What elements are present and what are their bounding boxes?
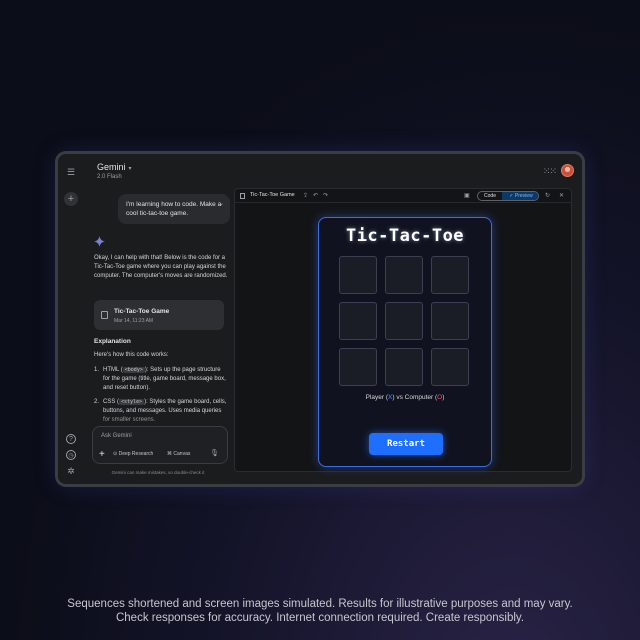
canvas-button[interactable]: ⌘ Canvas	[163, 448, 194, 460]
board-cell[interactable]	[431, 348, 469, 386]
canvas-document-card[interactable]: Tic-Tac-Toe Game Mar 14, 11:23 AM	[94, 300, 224, 330]
undo-icon[interactable]: ↶	[313, 192, 318, 199]
model-name: 2.0 Flash	[97, 174, 122, 180]
share-icon[interactable]: ⇪	[303, 192, 308, 199]
refresh-icon[interactable]: ↻	[545, 192, 550, 199]
close-icon[interactable]: ✕	[559, 192, 564, 199]
board-cell[interactable]	[431, 256, 469, 294]
board-cell[interactable]	[339, 256, 377, 294]
help-icon[interactable]: ?	[66, 434, 76, 444]
side-rail: ☰ + ? ◷ ✲	[58, 154, 84, 484]
board-cell[interactable]	[385, 256, 423, 294]
disclaimer-text: Gemini can make mistakes, so double-chec…	[111, 470, 205, 475]
tic-tac-toe-game: Tic-Tac-Toe Player (X) vs Computer (O) R…	[318, 217, 492, 467]
deep-research-button[interactable]: ⊙ Deep Research	[109, 448, 157, 460]
inline-code: <style>	[119, 399, 145, 405]
list-item: 1. HTML (<body>): Sets up the page struc…	[94, 367, 226, 391]
board-cell[interactable]	[385, 348, 423, 386]
avatar[interactable]	[561, 164, 574, 177]
apps-grid-icon[interactable]: ⁙⁙	[543, 166, 557, 177]
chevron-down-icon: ▾	[128, 166, 132, 172]
footer-line-2: Check responses for accuracy. Internet c…	[115, 612, 525, 624]
chat-panel: I'm learning how to code. Make a cool ti…	[84, 188, 232, 484]
canvas-toolbar: Tic-Tac-Toe Game ⇪ ↶ ↷ ▣ Code ✓ Preview …	[235, 189, 571, 203]
redo-icon[interactable]: ↷	[323, 192, 328, 199]
new-chat-plus-icon[interactable]: +	[64, 192, 78, 206]
assistant-reply: Okay, I can help with that! Below is the…	[94, 255, 228, 279]
check-icon: ✓	[509, 193, 514, 199]
add-attachment-plus-icon[interactable]: +	[99, 450, 105, 460]
explanation-heading: Explanation	[94, 338, 131, 345]
app-window: ☰ + ? ◷ ✲ Gemini ▾ 2.0 Flash ⁙⁙ I'm learn…	[58, 154, 582, 484]
canvas-title: Tic-Tac-Toe Game	[250, 192, 295, 198]
gear-icon[interactable]: ✲	[65, 465, 77, 477]
inline-code: <body>	[122, 367, 145, 373]
footer-line-1: Sequences shortened and screen images si…	[67, 598, 573, 610]
gemini-spark-icon	[94, 236, 105, 247]
legal-footer: Sequences shortened and screen images si…	[0, 597, 640, 625]
board-cell[interactable]	[339, 302, 377, 340]
model-selector[interactable]: Gemini ▾	[97, 162, 132, 172]
game-status: Player (X) vs Computer (O)	[365, 394, 445, 401]
board-cell[interactable]	[385, 302, 423, 340]
game-title: Tic-Tac-Toe	[345, 226, 465, 246]
user-message-text: I'm learning how to code. Make a cool ti…	[126, 201, 222, 217]
board-cell[interactable]	[339, 348, 377, 386]
card-title: Tic-Tac-Toe Game	[114, 308, 170, 315]
canvas-icon: ⌘	[167, 451, 172, 457]
document-icon	[240, 193, 245, 199]
code-preview-toggle: Code ✓ Preview	[477, 191, 539, 201]
document-icon	[101, 311, 108, 319]
user-message-bubble: I'm learning how to code. Make a cool ti…	[118, 194, 230, 224]
microphone-icon[interactable]: 🎙	[210, 449, 219, 457]
prompt-input-box[interactable]: Ask Gemini + ⊙ Deep Research ⌘ Canvas 🎙	[92, 426, 228, 464]
history-icon[interactable]: ◷	[66, 450, 76, 460]
game-board	[339, 256, 473, 390]
prompt-placeholder[interactable]: Ask Gemini	[101, 433, 132, 439]
card-date: Mar 14, 11:23 AM	[114, 318, 154, 324]
chevron-down-icon[interactable]: ⌄	[219, 200, 224, 209]
app-title: Gemini	[97, 162, 126, 172]
restart-button[interactable]: Restart	[369, 433, 443, 455]
explanation-intro: Here's how this code works:	[94, 352, 169, 358]
deep-research-icon: ⊙	[113, 451, 118, 457]
board-cell[interactable]	[431, 302, 469, 340]
preview-tab[interactable]: ✓ Preview	[502, 192, 538, 200]
canvas-panel: Tic-Tac-Toe Game ⇪ ↶ ↷ ▣ Code ✓ Preview …	[234, 188, 572, 472]
window-icon[interactable]: ▣	[464, 192, 470, 199]
menu-icon[interactable]: ☰	[65, 166, 77, 178]
code-tab[interactable]: Code	[478, 192, 502, 200]
